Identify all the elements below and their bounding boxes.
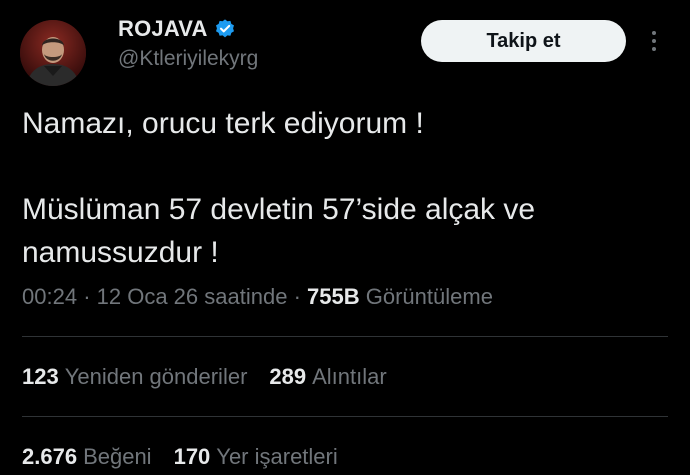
meta-separator: · (293, 284, 301, 309)
author-handle[interactable]: @Ktleriyilekyrg (118, 47, 258, 71)
more-vertical-icon[interactable] (642, 26, 666, 56)
author-name-row[interactable]: ROJAVA (118, 14, 236, 44)
bookmarks-label: Yer işaretleri (216, 444, 338, 469)
views-count: 755B (307, 284, 360, 309)
likes-count: 2.676 (22, 444, 78, 469)
retweets-stat[interactable]: 123 Yeniden gönderiler (22, 364, 247, 390)
bookmarks-stat[interactable]: 170 Yer işaretleri (174, 444, 338, 470)
divider (22, 336, 668, 337)
bookmarks-count: 170 (173, 444, 211, 469)
dot (652, 39, 656, 43)
tweet-text-line: Namazı, orucu terk ediyorum ! (22, 107, 424, 140)
display-name[interactable]: ROJAVA (118, 16, 208, 42)
likes-label: Beğeni (83, 444, 152, 469)
stats-row: 2.676 Beğeni 170 Yer işaretleri (22, 444, 338, 470)
avatar[interactable] (20, 20, 86, 86)
views-label: Görüntüleme (365, 284, 493, 309)
verified-badge-icon (214, 18, 236, 40)
avatar-image (20, 20, 86, 86)
quotes-stat[interactable]: 289 Alıntılar (269, 364, 386, 390)
tweet-text-line: Müslüman 57 devletin 57’side alçak ve (22, 193, 536, 226)
tweet-time[interactable]: 00:24 (22, 284, 77, 309)
retweets-label: Yeniden gönderiler (64, 364, 248, 389)
dot (652, 47, 656, 51)
tweet-text: Namazı, orucu terk ediyorum ! Müslüman 5… (22, 102, 662, 274)
retweets-count: 123 (22, 364, 59, 389)
tweet-date[interactable]: 12 Oca 26 saatinde (97, 284, 288, 309)
likes-stat[interactable]: 2.676 Beğeni (22, 444, 152, 470)
divider (22, 416, 668, 417)
dot (652, 31, 656, 35)
tweet-text-line: namussuzdur ! (22, 236, 219, 269)
follow-button[interactable]: Takip et (421, 20, 626, 62)
stats-row: 123 Yeniden gönderiler 289 Alıntılar (22, 364, 387, 390)
quotes-label: Alıntılar (312, 364, 387, 389)
quotes-count: 289 (269, 364, 307, 389)
meta-separator: · (83, 284, 91, 309)
tweet-card: ROJAVA @Ktleriyilekyrg Takip et Namazı, … (0, 0, 690, 475)
tweet-meta: 00:24 · 12 Oca 26 saatinde · 755B Görünt… (22, 284, 493, 310)
